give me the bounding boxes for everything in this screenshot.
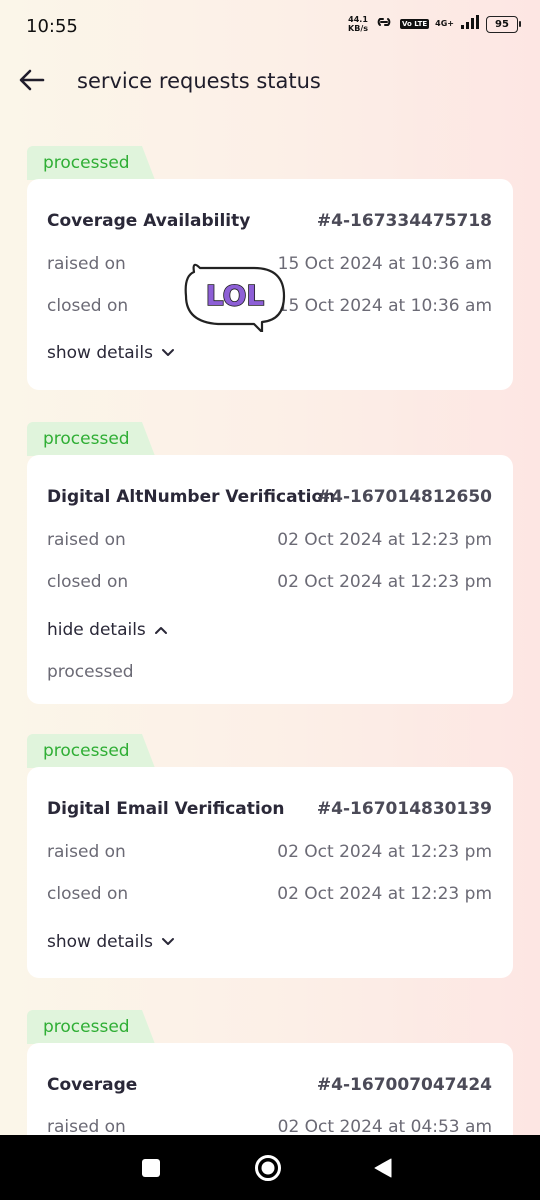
lol-sticker: LOL [184,263,286,332]
request-id: #4-167014830139 [316,799,492,819]
status-badge: processed [27,734,155,768]
toggle-label: hide details [47,620,146,640]
status-badge: processed [27,1010,155,1044]
request-list[interactable]: processed Coverage Availability #4-16733… [0,0,540,1135]
request-name: Coverage [47,1075,138,1095]
request-name: Digital Email Verification [47,799,285,819]
closed-on-value: 15 Oct 2024 at 10:36 am [277,296,492,316]
details-text: processed [47,662,134,682]
raised-on-label: raised on [47,842,126,862]
closed-on-value: 02 Oct 2024 at 12:23 pm [277,884,492,904]
raised-on-value: 02 Oct 2024 at 12:23 pm [277,842,492,862]
request-id: #4-167014812650 [316,487,492,507]
request-card: Digital AltNumber Verification #4-167014… [27,455,513,704]
status-badge: processed [27,422,155,456]
request-card: Digital Email Verification #4-1670148301… [27,767,513,978]
toggle-label: show details [47,343,153,363]
triangle-back-icon [374,1158,392,1178]
home-circle-icon [255,1155,281,1181]
chevron-down-icon [161,938,174,945]
raised-on-label: raised on [47,530,126,550]
chevron-up-icon [154,627,167,634]
show-details-button[interactable]: show details [47,343,175,363]
system-nav-bar [0,1135,540,1200]
back-nav-button[interactable] [373,1158,393,1182]
raised-on-label: raised on [47,1117,126,1135]
request-name: Digital AltNumber Verification [47,487,336,507]
toggle-label: show details [47,932,153,952]
request-card: Coverage #4-167007047424 raised on 02 Oc… [27,1043,513,1135]
raised-on-value: 02 Oct 2024 at 04:53 am [277,1117,492,1135]
status-badge: processed [27,146,155,180]
home-button[interactable] [254,1154,282,1186]
closed-on-label: closed on [47,884,129,904]
closed-on-label: closed on [47,296,129,316]
request-id: #4-167007047424 [316,1075,492,1095]
closed-on-value: 02 Oct 2024 at 12:23 pm [277,572,492,592]
hide-details-button[interactable]: hide details [47,620,168,640]
request-name: Coverage Availability [47,211,251,231]
raised-on-value: 15 Oct 2024 at 10:36 am [277,254,492,274]
show-details-button[interactable]: show details [47,932,175,952]
raised-on-label: raised on [47,254,126,274]
sticker-text: LOL [206,279,265,312]
request-id: #4-167334475718 [316,211,492,231]
closed-on-label: closed on [47,572,129,592]
recents-button[interactable] [142,1159,160,1181]
chevron-down-icon [161,349,174,356]
raised-on-value: 02 Oct 2024 at 12:23 pm [277,530,492,550]
square-icon [142,1159,160,1177]
